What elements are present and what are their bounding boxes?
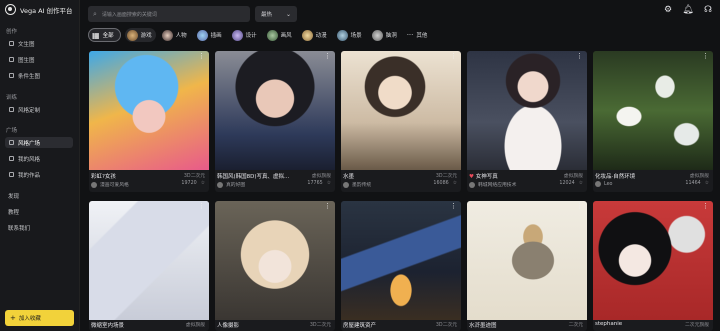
more-options-icon[interactable]: ⋮ bbox=[198, 52, 205, 60]
card-image bbox=[215, 201, 335, 320]
more-icon: ··· bbox=[406, 31, 414, 39]
sidebar-item-style-custom[interactable]: 风格定制 bbox=[5, 104, 73, 115]
more-options-icon[interactable]: ⋮ bbox=[576, 202, 583, 210]
category-avatar bbox=[336, 29, 348, 41]
star-icon[interactable]: ☆ bbox=[327, 181, 331, 186]
avatar bbox=[217, 181, 223, 188]
category-avatar bbox=[266, 29, 278, 41]
add-favorite-button[interactable]: + 加入收藏 bbox=[5, 310, 74, 326]
more-options-icon[interactable]: ⋮ bbox=[324, 202, 331, 210]
more-options-icon[interactable]: ⋮ bbox=[576, 52, 583, 60]
grid-icon: ▦ bbox=[92, 30, 100, 40]
search-icon: ⌕ bbox=[93, 9, 97, 18]
chip-scene[interactable]: 场景 bbox=[335, 28, 366, 42]
sidebar-item-img2img[interactable]: 图生图 bbox=[5, 54, 73, 65]
more-options-icon[interactable]: ⋮ bbox=[324, 52, 331, 60]
search-input[interactable]: ⌕ 请输入画面搜索的关键词 bbox=[88, 6, 250, 22]
category-avatar bbox=[301, 29, 313, 41]
chip-all[interactable]: ▦ 全部 bbox=[88, 28, 121, 42]
chip-imagination[interactable]: 脑洞 bbox=[370, 28, 401, 42]
section-label-create: 创作 bbox=[6, 29, 18, 35]
style-card[interactable]: ⋮ 水墨 3D二次元 墨韵传统 16086 ☆ bbox=[341, 51, 461, 192]
card-image bbox=[341, 51, 461, 170]
section-label-square: 广场 bbox=[6, 128, 18, 134]
more-options-icon[interactable]: ⋮ bbox=[450, 202, 457, 210]
style-card[interactable]: ⋮ 微缩室内场景 虚拟旗舰 bbox=[89, 201, 209, 331]
app-logo[interactable]: Vega AI 创作平台 bbox=[5, 4, 73, 15]
chevron-down-icon: ⌄ bbox=[285, 10, 291, 18]
image-icon bbox=[9, 57, 14, 62]
sidebar-link-tutorial[interactable]: 教程 bbox=[8, 208, 19, 216]
plus-icon: + bbox=[10, 313, 16, 322]
sidebar-item-my-works[interactable]: 我的作品 bbox=[5, 169, 73, 180]
section-label-train: 训练 bbox=[6, 95, 18, 101]
more-options-icon[interactable]: ⋮ bbox=[702, 202, 709, 210]
category-avatar bbox=[161, 29, 173, 41]
category-bar: ▦ 全部 游戏 人物 插画 设计 画风 动漫 场景 脑洞 ··· 其他 bbox=[88, 28, 710, 42]
sidebar: Vega AI 创作平台 创作 文生图 图生图 条件生图 训练 风格定制 广场 … bbox=[0, 0, 80, 331]
folder-icon bbox=[9, 156, 14, 161]
chip-game[interactable]: 游戏 bbox=[124, 28, 156, 42]
sidebar-item-style-square[interactable]: 风格广场 bbox=[5, 137, 73, 148]
style-card[interactable]: ⋮ stephanie 二次元旗舰 bbox=[593, 201, 713, 331]
card-image bbox=[593, 201, 713, 320]
card-image bbox=[593, 51, 713, 170]
chip-other[interactable]: ··· 其他 bbox=[405, 28, 432, 42]
chip-person[interactable]: 人物 bbox=[160, 28, 191, 42]
settings-icon[interactable]: ⚙ bbox=[662, 4, 674, 16]
card-image bbox=[467, 201, 587, 320]
sidebar-item-my-styles[interactable]: 我的风格 bbox=[5, 153, 73, 164]
category-avatar bbox=[231, 29, 243, 41]
more-options-icon[interactable]: ⋮ bbox=[450, 52, 457, 60]
avatar bbox=[595, 181, 601, 187]
category-avatar bbox=[371, 29, 383, 41]
style-card[interactable]: ⋮ ♥ 女神写真 虚拟旗舰 韩城网络应用技术 12024 ☆ bbox=[467, 51, 587, 192]
avatar bbox=[469, 181, 475, 188]
card-image bbox=[341, 201, 461, 320]
star-icon[interactable]: ☆ bbox=[579, 181, 583, 186]
card-image bbox=[215, 51, 335, 170]
sidebar-link-discover[interactable]: 发现 bbox=[8, 192, 19, 200]
card-image bbox=[467, 51, 587, 170]
style-card[interactable]: ⋮ 韩国风(韩国8D)写真、虚拟... 虚拟旗舰 真的好图 17765 ☆ bbox=[215, 51, 335, 192]
bell-icon[interactable]: 🔔︎ bbox=[682, 4, 694, 16]
chip-anime[interactable]: 动漫 bbox=[300, 28, 331, 42]
heart-icon: ♥ bbox=[469, 174, 474, 180]
image-icon bbox=[9, 41, 14, 46]
style-card[interactable]: ⋮ 人像摄影 3D二次元 bbox=[215, 201, 335, 331]
star-icon[interactable]: ☆ bbox=[201, 181, 205, 186]
style-card[interactable]: ⋮ 房屋建筑资产 3D二次元 bbox=[341, 201, 461, 331]
sidebar-item-conditional[interactable]: 条件生图 bbox=[5, 70, 73, 81]
style-card[interactable]: ⋮ 化妆品·自然环境 虚拟旗舰 Leo 11464 ☆ bbox=[593, 51, 713, 192]
sort-select[interactable]: 最热 ⌄ bbox=[255, 6, 297, 22]
folder-icon bbox=[9, 172, 14, 177]
card-image bbox=[89, 51, 209, 170]
image-icon bbox=[9, 73, 14, 78]
star-icon[interactable]: ☆ bbox=[453, 181, 457, 186]
style-card[interactable]: ⋮ 彩虹?女孩 3D二次元 漫画可爱风格 19720 ☆ bbox=[89, 51, 209, 192]
app-title: Vega AI 创作平台 bbox=[20, 6, 73, 15]
avatar bbox=[91, 181, 97, 188]
brush-icon bbox=[9, 107, 14, 112]
sidebar-item-text2img[interactable]: 文生图 bbox=[5, 38, 73, 49]
chip-style[interactable]: 画风 bbox=[265, 28, 296, 42]
logo-icon bbox=[5, 4, 16, 15]
more-options-icon[interactable]: ⋮ bbox=[702, 52, 709, 60]
star-icon[interactable]: ☆ bbox=[705, 181, 709, 186]
category-avatar bbox=[126, 29, 138, 41]
card-image bbox=[89, 201, 209, 320]
chip-illustration[interactable]: 插画 bbox=[195, 28, 226, 42]
style-card[interactable]: ⋮ 水浒墨迹图 二次元 bbox=[467, 201, 587, 331]
avatar bbox=[343, 181, 349, 188]
category-avatar bbox=[196, 29, 208, 41]
sidebar-link-contact[interactable]: 联系我们 bbox=[8, 224, 30, 232]
grid-icon bbox=[9, 140, 14, 145]
headset-icon[interactable]: ☊ bbox=[702, 4, 714, 16]
chip-design[interactable]: 设计 bbox=[230, 28, 261, 42]
more-options-icon[interactable]: ⋮ bbox=[198, 202, 205, 210]
